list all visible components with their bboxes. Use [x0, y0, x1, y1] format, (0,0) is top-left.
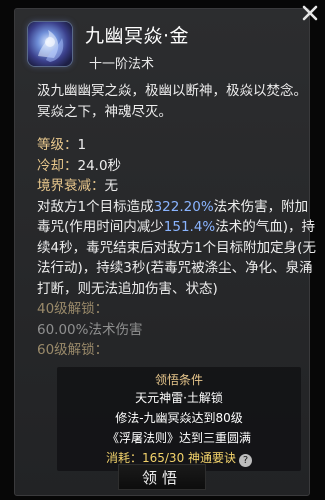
- cost-value: 165/30 神通要诀: [141, 451, 237, 465]
- condition-line-2: 修法-九幽冥焱达到80级: [115, 411, 243, 425]
- hp-reduction-value: 151.4%: [163, 219, 216, 235]
- condition-line-1: 天元神雷·土解锁: [135, 391, 223, 405]
- condition-line-3: 《浮屠法则》达到三重圆满: [106, 431, 251, 445]
- level-value: 1: [77, 137, 87, 153]
- realm-decay-label: 境界衰减：: [37, 178, 105, 194]
- skill-tooltip-panel: 九幽冥焱·金 十一阶法术 汲九幽幽冥之焱，极幽以断神，极焱以焚念。冥焱之下，神魂…: [14, 8, 316, 496]
- close-x-icon: [302, 5, 318, 21]
- lv60-unlock-label: 60级解锁：: [37, 342, 109, 358]
- skill-stats-block: 等级：1 冷却：24.0秒 境界衰减：无 对敌方1个目标造成322.20%法术伤…: [37, 135, 319, 361]
- cooldown-label: 冷却：: [37, 157, 78, 174]
- comprehend-button[interactable]: 领悟: [118, 464, 206, 490]
- skill-description: 汲九幽幽冥之焱，极幽以断神，极焱以焚念。冥焱之下，神魂尽灭。: [37, 83, 307, 120]
- realm-decay-value: 无: [104, 178, 119, 194]
- cooldown-value: 24.0秒: [77, 157, 122, 174]
- realm-decay-row: 境界衰减：无: [37, 176, 319, 197]
- conditions-title: 领悟条件: [154, 373, 203, 387]
- cost-label: 消耗：: [105, 451, 142, 465]
- close-button[interactable]: [299, 2, 321, 24]
- lv40-unlock-label: 40级解锁：: [37, 301, 109, 317]
- effect-part-1: 对敌方1个目标造成: [37, 198, 154, 215]
- skill-effect-text: 对敌方1个目标造成322.20%法术伤害，附加毒咒(作用时间内减少151.4%法…: [37, 197, 319, 300]
- damage-percent-value: 322.20%: [153, 198, 214, 215]
- level-label: 等级：: [37, 137, 78, 153]
- skill-name: 九幽冥焱·金: [85, 25, 190, 47]
- comprehend-conditions-box: 领悟条件 天元神雷·土解锁 修法-九幽冥焱达到80级 《浮屠法则》达到三重圆满 …: [57, 367, 301, 471]
- level-row: 等级：1: [37, 135, 319, 156]
- lv40-unlock-text: 60.00%法术伤害: [37, 321, 143, 338]
- question-mark-icon[interactable]: ?: [239, 454, 253, 467]
- skill-icon: [27, 21, 73, 67]
- cooldown-row: 冷却：24.0秒: [37, 156, 319, 177]
- skill-rank: 十一阶法术: [89, 57, 155, 72]
- skill-description-block: 汲九幽幽冥之焱，极幽以断神，极焱以焚念。冥焱之下，神魂尽灭。: [37, 81, 319, 122]
